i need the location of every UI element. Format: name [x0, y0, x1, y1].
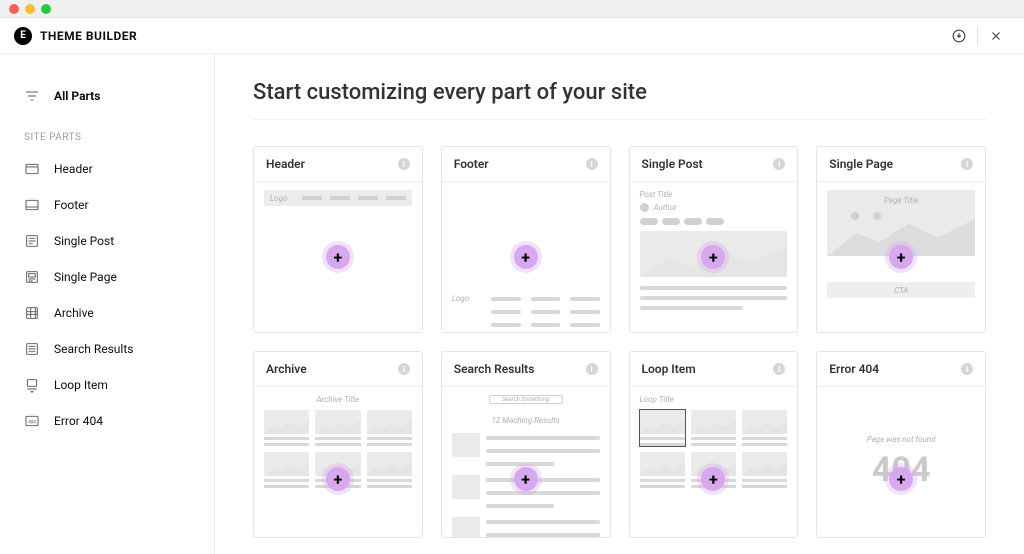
- close-icon: [989, 29, 1003, 43]
- sidebar-item-loop-item[interactable]: Loop Item: [0, 367, 214, 403]
- wf-post-title: Post Title: [640, 190, 788, 199]
- single-page-icon: [24, 269, 40, 285]
- sidebar-item-label: Header: [54, 162, 93, 176]
- sidebar-section-label: SITE PARTS: [0, 114, 214, 151]
- search-results-icon: [24, 341, 40, 357]
- card-title: Error 404: [829, 362, 879, 376]
- window-close-button[interactable]: [9, 4, 19, 14]
- sidebar-item-single-page[interactable]: Single Page: [0, 259, 214, 295]
- close-button[interactable]: [982, 22, 1010, 50]
- wf-loop-title: Loop Title: [640, 395, 674, 404]
- sidebar-item-all-parts[interactable]: All Parts: [0, 78, 214, 114]
- error-404-icon: 404: [24, 413, 40, 429]
- info-icon[interactable]: i: [773, 158, 785, 170]
- brand-title: THEME BUILDER: [40, 29, 137, 43]
- download-button[interactable]: [945, 22, 973, 50]
- wf-search-placeholder: Search Something: [502, 396, 549, 403]
- add-button[interactable]: +: [326, 245, 350, 269]
- wf-author: Author: [654, 203, 677, 212]
- card-error-404[interactable]: Error 404 i Page was not found 404 +: [816, 351, 986, 538]
- sidebar-item-label: Search Results: [54, 342, 133, 356]
- add-button[interactable]: +: [889, 467, 913, 491]
- card-loop-item[interactable]: Loop Item i Loop Title: [629, 351, 799, 538]
- page-title: Start customizing every part of your sit…: [253, 80, 986, 105]
- sidebar-item-label: All Parts: [54, 89, 100, 103]
- page-divider: [253, 119, 986, 120]
- add-button[interactable]: +: [326, 467, 350, 491]
- wf-404-message: Page was not found: [867, 435, 936, 444]
- sidebar-item-label: Single Page: [54, 270, 117, 284]
- wf-archive-title: Archive Title: [317, 395, 360, 404]
- sidebar-item-search-results[interactable]: Search Results: [0, 331, 214, 367]
- download-icon: [952, 29, 966, 43]
- loop-item-icon: [24, 377, 40, 393]
- sidebar: All Parts SITE PARTS Header Footer Singl…: [0, 54, 215, 554]
- info-icon[interactable]: i: [586, 158, 598, 170]
- info-icon[interactable]: i: [398, 363, 410, 375]
- sidebar-item-label: Error 404: [54, 414, 103, 428]
- wireframe-preview: Loop Title: [640, 395, 788, 529]
- filter-icon: [24, 88, 40, 104]
- main-content: Start customizing every part of your sit…: [215, 54, 1024, 554]
- card-title: Footer: [454, 157, 489, 171]
- info-icon[interactable]: i: [961, 158, 973, 170]
- macos-titlebar: [0, 0, 1024, 18]
- wf-results-count: 12 Maching Results: [492, 416, 560, 425]
- info-icon[interactable]: i: [773, 363, 785, 375]
- footer-icon: [24, 197, 40, 213]
- sidebar-item-single-post[interactable]: Single Post: [0, 223, 214, 259]
- sidebar-item-label: Archive: [54, 306, 94, 320]
- card-title: Archive: [266, 362, 307, 376]
- wireframe-preview: Page was not found 404: [827, 395, 975, 529]
- card-header[interactable]: Header i Logo +: [253, 146, 423, 333]
- card-archive[interactable]: Archive i Archive Title: [253, 351, 423, 538]
- card-single-post[interactable]: Single Post i Post Title Author +: [629, 146, 799, 333]
- card-title: Loop Item: [642, 362, 696, 376]
- card-title: Header: [266, 157, 305, 171]
- window-zoom-button[interactable]: [41, 4, 51, 14]
- add-button[interactable]: +: [514, 245, 538, 269]
- archive-icon: [24, 305, 40, 321]
- window-minimize-button[interactable]: [25, 4, 35, 14]
- single-post-icon: [24, 233, 40, 249]
- card-title: Single Post: [642, 157, 703, 171]
- brand-logo: E: [14, 27, 32, 45]
- info-icon[interactable]: i: [961, 363, 973, 375]
- sidebar-item-label: Footer: [54, 198, 89, 212]
- wireframe-preview: Archive Title: [264, 395, 412, 529]
- sidebar-item-footer[interactable]: Footer: [0, 187, 214, 223]
- card-footer[interactable]: Footer i Logo +: [441, 146, 611, 333]
- sidebar-item-error-404[interactable]: 404 Error 404: [0, 403, 214, 439]
- header-icon: [24, 161, 40, 177]
- wf-page-title: Page Title: [884, 196, 918, 205]
- wireframe-preview: Search Something 12 Maching Results: [452, 395, 600, 529]
- info-icon[interactable]: i: [398, 158, 410, 170]
- sidebar-item-label: Loop Item: [54, 378, 108, 392]
- card-search-results[interactable]: Search Results i Search Something 12 Mac…: [441, 351, 611, 538]
- brand: E THEME BUILDER: [14, 27, 137, 45]
- card-title: Search Results: [454, 362, 535, 376]
- topbar-divider: [977, 26, 978, 46]
- sidebar-item-archive[interactable]: Archive: [0, 295, 214, 331]
- sidebar-item-label: Single Post: [54, 234, 114, 248]
- wf-logo-label: Logo: [270, 194, 287, 203]
- card-title: Single Page: [829, 157, 893, 171]
- add-button[interactable]: +: [514, 467, 538, 491]
- card-single-page[interactable]: Single Page i Page Title CTA +: [816, 146, 986, 333]
- sidebar-item-header[interactable]: Header: [0, 151, 214, 187]
- topbar: E THEME BUILDER: [0, 18, 1024, 54]
- template-grid: Header i Logo + Foot: [253, 146, 986, 538]
- svg-text:404: 404: [28, 420, 36, 426]
- wf-logo-label: Logo: [452, 294, 481, 303]
- add-button[interactable]: +: [889, 245, 913, 269]
- wf-cta: CTA: [894, 286, 908, 295]
- info-icon[interactable]: i: [586, 363, 598, 375]
